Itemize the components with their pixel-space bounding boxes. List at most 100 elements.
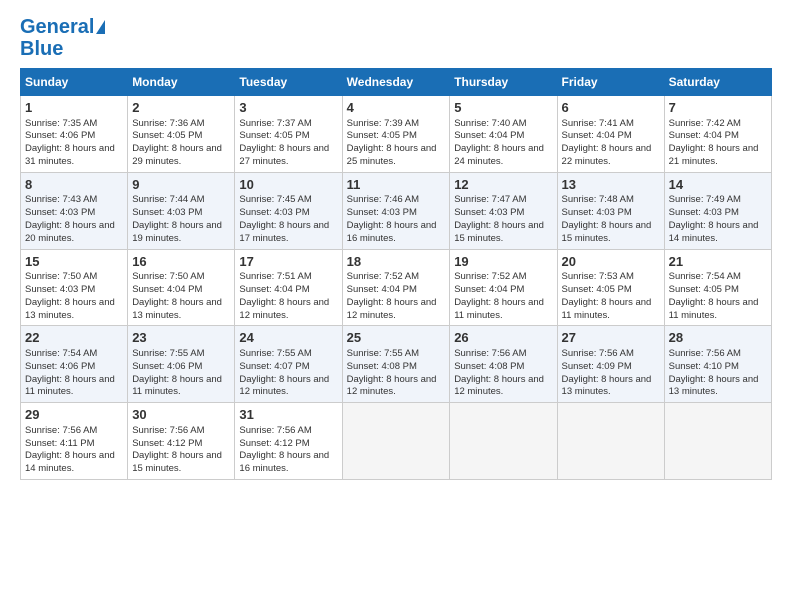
logo-text2: Blue bbox=[20, 38, 63, 60]
sunrise-text: Sunrise: 7:50 AM bbox=[25, 271, 97, 282]
page: General Blue SundayMondayTuesdayWednesda… bbox=[0, 0, 792, 612]
sunrise-text: Sunrise: 7:44 AM bbox=[132, 194, 204, 205]
day-number: 5 bbox=[454, 99, 552, 117]
sunset-text: Sunset: 4:04 PM bbox=[347, 284, 417, 295]
day-number: 23 bbox=[132, 329, 230, 347]
calendar-day-cell bbox=[557, 403, 664, 480]
calendar-day-cell: 15Sunrise: 7:50 AM Sunset: 4:03 PM Dayligh… bbox=[21, 249, 128, 326]
sunset-text: Sunset: 4:04 PM bbox=[454, 284, 524, 295]
sunrise-text: Sunrise: 7:45 AM bbox=[239, 194, 311, 205]
calendar-day-cell: 11Sunrise: 7:46 AMSunset: 4:03 PMDayligh… bbox=[342, 172, 450, 249]
daylight-text: Daylight: 8 hours and 25 minutes. bbox=[347, 143, 437, 167]
daylight-text: Daylight: 8 hours and 12 minutes. bbox=[347, 297, 437, 321]
day-number: 14 bbox=[669, 176, 767, 194]
daylight-text: Daylight: 8 hours and 11 minutes. bbox=[25, 374, 115, 398]
day-number: 31 bbox=[239, 406, 337, 424]
sunset-text: Sunset: 4:05 PM bbox=[132, 130, 202, 141]
calendar-day-cell: 23Sunrise: 7:55 AMSunset: 4:06 PMDayligh… bbox=[128, 326, 235, 403]
sunset-text: Sunset: 4:09 PM bbox=[562, 361, 632, 372]
calendar-day-cell: 17Sunrise: 7:51 AMSunset: 4:04 PMDayligh… bbox=[235, 249, 342, 326]
sunrise-text: Sunrise: 7:37 AM bbox=[239, 118, 311, 129]
day-number: 2 bbox=[132, 99, 230, 117]
day-number: 22 bbox=[25, 329, 123, 347]
calendar-day-header: Monday bbox=[128, 69, 235, 96]
sunrise-text: Sunrise: 7:56 AM bbox=[25, 425, 97, 436]
sunrise-text: Sunrise: 7:47 AM bbox=[454, 194, 526, 205]
day-number: 6 bbox=[562, 99, 660, 117]
day-number: 30 bbox=[132, 406, 230, 424]
sunrise-text: Sunrise: 7:41 AM bbox=[562, 118, 634, 129]
calendar-day-header: Friday bbox=[557, 69, 664, 96]
sunset-text: Sunset: 4:05 PM bbox=[239, 130, 309, 141]
sunset-text: Sunset: 4:12 PM bbox=[132, 438, 202, 449]
daylight-text: Daylight: 8 hours and 13 minutes. bbox=[132, 297, 222, 321]
day-number: 3 bbox=[239, 99, 337, 117]
daylight-text: Daylight: 8 hours and 12 minutes. bbox=[347, 374, 437, 398]
sunrise-text: Sunrise: 7:55 AM bbox=[132, 348, 204, 359]
calendar-day-cell: 1Sunrise: 7:35 AMSunset: 4:06 PMDaylight… bbox=[21, 96, 128, 173]
calendar-day-cell: 16Sunrise: 7:50 AMSunset: 4:04 PMDayligh… bbox=[128, 249, 235, 326]
daylight-text: Daylight: 8 hours and 13 minutes. bbox=[25, 297, 115, 321]
day-number: 1 bbox=[25, 99, 123, 117]
calendar-week-row: 8Sunrise: 7:43 AMSunset: 4:03 PMDaylight… bbox=[21, 172, 772, 249]
sunset-text: Sunset: 4:03 PM bbox=[562, 207, 632, 218]
sunrise-text: Sunrise: 7:42 AM bbox=[669, 118, 741, 129]
sunrise-text: Sunrise: 7:35 AM bbox=[25, 118, 97, 129]
sunset-text: Sunset: 4:08 PM bbox=[347, 361, 417, 372]
day-number: 20 bbox=[562, 253, 660, 271]
daylight-text: Daylight: 8 hours and 29 minutes. bbox=[132, 143, 222, 167]
sunset-text: Sunset: 4:04 PM bbox=[132, 284, 202, 295]
sunrise-text: Sunrise: 7:53 AM bbox=[562, 271, 634, 282]
day-number: 11 bbox=[347, 176, 446, 194]
daylight-text: Daylight: 8 hours and 31 minutes. bbox=[25, 143, 115, 167]
calendar-day-cell: 6Sunrise: 7:41 AMSunset: 4:04 PMDaylight… bbox=[557, 96, 664, 173]
calendar-day-cell: 4Sunrise: 7:39 AMSunset: 4:05 PMDaylight… bbox=[342, 96, 450, 173]
day-number: 17 bbox=[239, 253, 337, 271]
day-number: 15 bbox=[25, 253, 123, 271]
sunset-text: Sunset: 4:03 PM bbox=[669, 207, 739, 218]
daylight-text: Daylight: 8 hours and 15 minutes. bbox=[562, 220, 652, 244]
calendar-day-cell: 7Sunrise: 7:42 AMSunset: 4:04 PMDaylight… bbox=[664, 96, 771, 173]
daylight-text: Daylight: 8 hours and 14 minutes. bbox=[25, 450, 115, 474]
calendar-day-cell: 12Sunrise: 7:47 AMSunset: 4:03 PMDayligh… bbox=[450, 172, 557, 249]
calendar-day-cell: 31Sunrise: 7:56 AMSunset: 4:12 PMDayligh… bbox=[235, 403, 342, 480]
sunrise-text: Sunrise: 7:55 AM bbox=[347, 348, 419, 359]
calendar-day-cell: 24Sunrise: 7:55 AMSunset: 4:07 PMDayligh… bbox=[235, 326, 342, 403]
calendar-day-cell: 9Sunrise: 7:44 AMSunset: 4:03 PMDaylight… bbox=[128, 172, 235, 249]
calendar-day-cell bbox=[664, 403, 771, 480]
calendar-day-cell: 10Sunrise: 7:45 AMSunset: 4:03 PMDayligh… bbox=[235, 172, 342, 249]
calendar-week-row: 22Sunrise: 7:54 AM Sunset: 4:06 PM Dayligh… bbox=[21, 326, 772, 403]
calendar-week-row: 1Sunrise: 7:35 AMSunset: 4:06 PMDaylight… bbox=[21, 96, 772, 173]
calendar-day-cell bbox=[450, 403, 557, 480]
sunrise-text: Sunrise: 7:51 AM bbox=[239, 271, 311, 282]
daylight-text: Daylight: 8 hours and 12 minutes. bbox=[454, 374, 544, 398]
calendar-day-cell: 2Sunrise: 7:36 AMSunset: 4:05 PMDaylight… bbox=[128, 96, 235, 173]
calendar-day-cell bbox=[342, 403, 450, 480]
daylight-text: Daylight: 8 hours and 21 minutes. bbox=[669, 143, 759, 167]
logo-triangle-icon bbox=[96, 20, 105, 34]
header: General Blue bbox=[20, 16, 772, 60]
sunrise-text: Sunrise: 7:56 AM bbox=[132, 425, 204, 436]
sunrise-text: Sunrise: 7:54 AM bbox=[25, 348, 97, 359]
calendar-day-header: Saturday bbox=[664, 69, 771, 96]
sunset-text: Sunset: 4:05 PM bbox=[562, 284, 632, 295]
day-number: 28 bbox=[669, 329, 767, 347]
day-number: 21 bbox=[669, 253, 767, 271]
sunrise-text: Sunrise: 7:48 AM bbox=[562, 194, 634, 205]
day-number: 4 bbox=[347, 99, 446, 117]
calendar-day-cell: 27Sunrise: 7:56 AMSunset: 4:09 PMDayligh… bbox=[557, 326, 664, 403]
calendar-day-cell: 19Sunrise: 7:52 AMSunset: 4:04 PMDayligh… bbox=[450, 249, 557, 326]
sunset-text: Sunset: 4:03 PM bbox=[25, 284, 95, 295]
calendar-day-header: Thursday bbox=[450, 69, 557, 96]
sunrise-text: Sunrise: 7:55 AM bbox=[239, 348, 311, 359]
daylight-text: Daylight: 8 hours and 11 minutes. bbox=[562, 297, 652, 321]
daylight-text: Daylight: 8 hours and 27 minutes. bbox=[239, 143, 329, 167]
day-number: 26 bbox=[454, 329, 552, 347]
calendar-day-cell: 26Sunrise: 7:56 AMSunset: 4:08 PMDayligh… bbox=[450, 326, 557, 403]
calendar-day-cell: 14Sunrise: 7:49 AMSunset: 4:03 PMDayligh… bbox=[664, 172, 771, 249]
calendar-header-row: SundayMondayTuesdayWednesdayThursdayFrid… bbox=[21, 69, 772, 96]
sunrise-text: Sunrise: 7:50 AM bbox=[132, 271, 204, 282]
daylight-text: Daylight: 8 hours and 22 minutes. bbox=[562, 143, 652, 167]
calendar-day-cell: 18Sunrise: 7:52 AMSunset: 4:04 PMDayligh… bbox=[342, 249, 450, 326]
sunset-text: Sunset: 4:06 PM bbox=[25, 361, 95, 372]
